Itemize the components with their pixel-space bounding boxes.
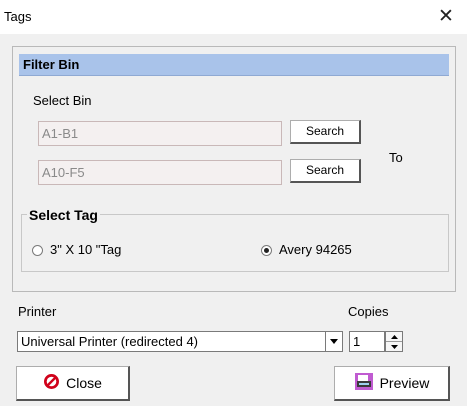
tag-option-avery-label[interactable]: Avery 94265 — [279, 242, 352, 257]
tag-option-3x10-label[interactable]: 3" X 10 "Tag — [50, 242, 121, 257]
search-to-button[interactable]: Search — [290, 159, 361, 183]
title-bar: Tags ✕ — [0, 0, 467, 34]
to-label: To — [389, 150, 403, 165]
copies-stepper — [385, 331, 403, 352]
close-button[interactable]: Close — [16, 366, 130, 401]
printer-preview-icon — [354, 372, 374, 394]
tag-option-avery-radio[interactable] — [261, 245, 272, 256]
printer-label: Printer — [18, 304, 57, 319]
stepper-up-icon[interactable] — [386, 332, 402, 342]
filter-bin-header: Filter Bin — [19, 54, 449, 76]
close-button-label: Close — [66, 375, 102, 391]
copies-label: Copies — [348, 304, 389, 319]
tags-dialog: Tags ✕ Filter Bin Select Bin A1-B1 Searc… — [0, 0, 467, 406]
select-bin-label: Select Bin — [33, 93, 92, 108]
bin-to-input[interactable]: A10-F5 — [38, 160, 282, 185]
preview-button-label: Preview — [379, 375, 430, 391]
copies-input[interactable]: 1 — [349, 331, 385, 352]
select-tag-legend: Select Tag — [27, 207, 100, 223]
window-title: Tags — [4, 9, 32, 24]
bin-from-input[interactable]: A1-B1 — [38, 121, 282, 146]
tag-option-3x10-radio[interactable] — [32, 245, 43, 256]
chevron-down-icon[interactable] — [325, 331, 343, 352]
no-entry-icon — [43, 373, 60, 393]
window-close-icon[interactable]: ✕ — [432, 4, 460, 30]
filter-bin-title: Filter Bin — [23, 57, 80, 72]
filter-bin-panel: Filter Bin Select Bin A1-B1 Search A10-F… — [12, 46, 456, 292]
preview-button[interactable]: Preview — [334, 366, 450, 401]
search-from-button[interactable]: Search — [290, 120, 361, 144]
printer-select[interactable]: Universal Printer (redirected 4) — [17, 331, 343, 352]
stepper-down-icon[interactable] — [386, 342, 402, 352]
